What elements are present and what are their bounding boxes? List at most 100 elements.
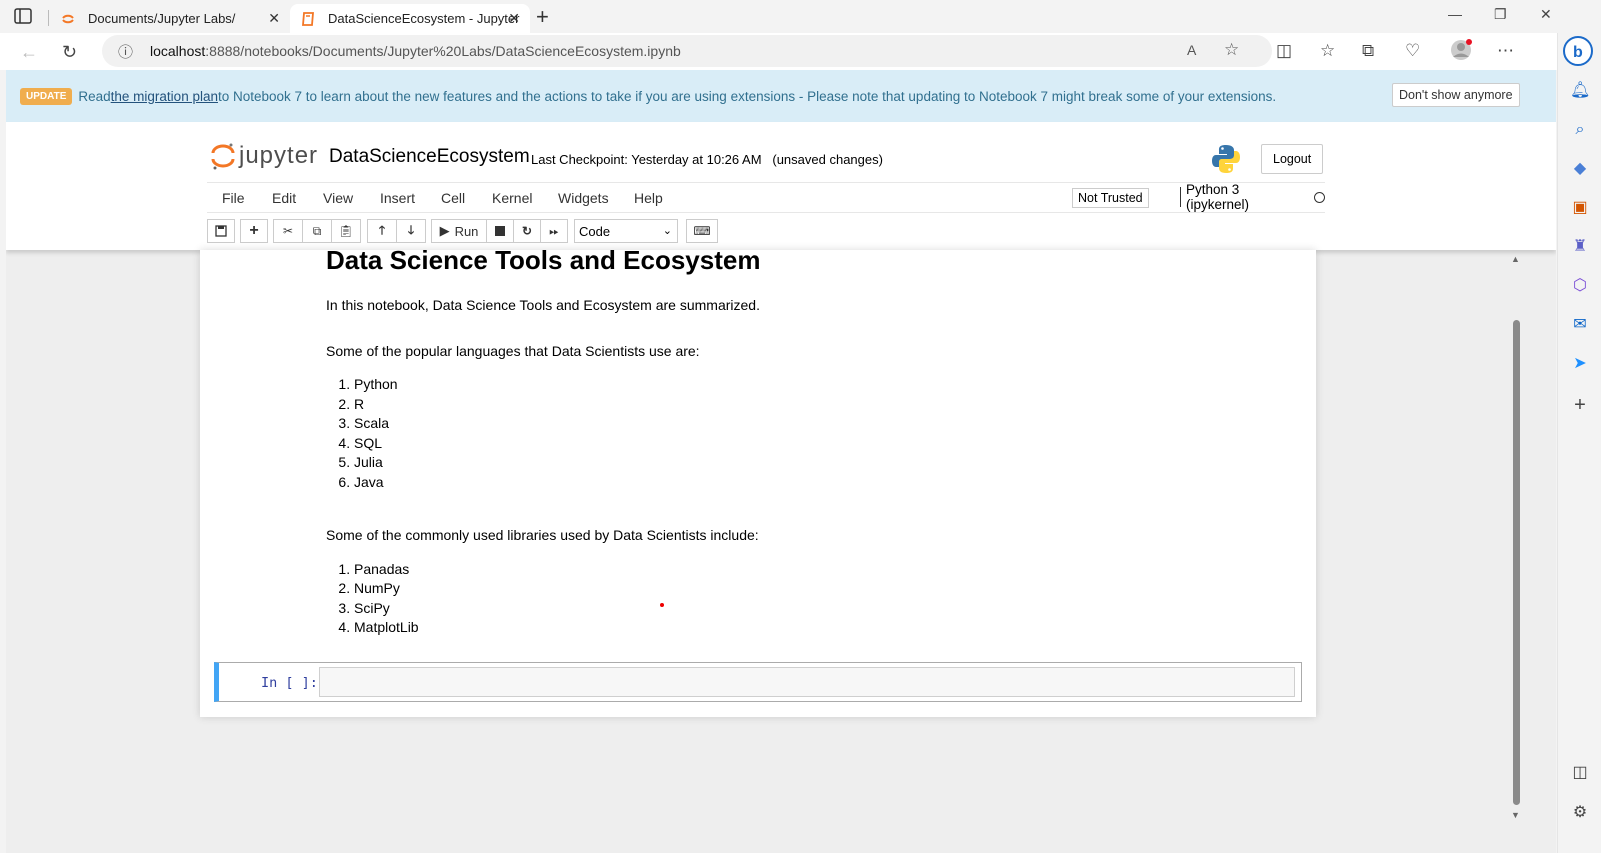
arrow-down-icon: 🡓 [407,222,415,237]
notebook-name[interactable]: DataScienceEcosystem [329,146,530,168]
tools-briefcase-icon[interactable]: ▣ [1570,198,1590,218]
tab-title: Documents/Jupyter Labs/ [88,11,236,26]
tab-documents[interactable]: Documents/Jupyter Labs/ ✕ [50,4,290,33]
run-button[interactable]: ▶ Run [431,219,487,243]
add-sidebar-app-icon[interactable]: + [1570,395,1590,415]
move-down-button[interactable]: 🡓 [396,219,426,243]
scroll-down-icon[interactable]: ▼ [1511,810,1520,820]
page-viewport: UPDATE Read the migration plan to Notebo… [6,70,1556,853]
banner-text-post: to Notebook 7 to learn about the new fea… [217,88,1277,104]
tab-strip: Documents/Jupyter Labs/ ✕ DataScienceEco… [0,0,1601,33]
refresh-icon[interactable]: ↻ [62,42,77,63]
menu-bar: File Edit View Insert Cell Kernel Widget… [207,182,1325,213]
languages-intro: Some of the popular languages that Data … [326,342,700,359]
save-button[interactable] [207,219,235,243]
paste-icon: 📋︎ [338,224,354,238]
bing-copilot-icon[interactable]: b [1562,35,1594,67]
close-tab-icon[interactable]: ✕ [268,10,280,27]
sidebar-settings-gear-icon[interactable]: ⚙ [1570,803,1590,823]
paste-button[interactable]: 📋︎ [331,219,361,243]
restore-icon[interactable]: ❐ [1494,6,1507,23]
restart-button[interactable]: ↻ [513,219,541,243]
restart-icon: ↻ [521,224,533,238]
jupyter-favicon-icon [62,14,74,23]
outlook-icon[interactable]: ✉ [1570,315,1590,335]
markdown-cell[interactable]: Data Science Tools and Ecosystem In this… [326,245,1286,638]
shopping-tag-icon[interactable]: ◆ [1570,159,1590,179]
dont-show-anymore-button[interactable]: Don't show anymore [1392,83,1520,107]
list-item: Python [354,375,1286,395]
copy-button[interactable]: ⧉ [302,219,332,243]
menu-edit[interactable]: Edit [272,190,296,206]
microsoft-365-icon[interactable]: ⬡ [1570,276,1590,296]
browser-window: Documents/Jupyter Labs/ ✕ DataScienceEco… [0,0,1601,853]
back-icon[interactable]: ← [20,42,38,63]
cut-button[interactable]: ✂ [273,219,303,243]
interrupt-button[interactable] [486,219,514,243]
scroll-up-icon[interactable]: ▲ [1511,254,1520,264]
menu-view[interactable]: View [323,190,353,206]
page-scrollbar[interactable]: ▲ ▼ [1509,250,1523,830]
scissors-icon: ✂ [282,224,294,238]
menu-insert[interactable]: Insert [380,190,415,206]
notifications-icon[interactable]: 🔔︎ [1570,81,1590,101]
split-screen-icon[interactable]: ◫ [1276,41,1292,61]
menu-kernel[interactable]: Kernel [492,190,532,206]
code-editor-input[interactable] [319,667,1295,697]
libraries-intro: Some of the commonly used libraries used… [326,527,759,543]
notebook-container: Data Science Tools and Ecosystem In this… [200,245,1316,717]
menu-cell[interactable]: Cell [441,190,465,206]
restart-run-all-button[interactable]: ⏩︎ [540,219,568,243]
scrollbar-thumb[interactable] [1513,320,1520,805]
cell-type-value: Code [579,223,611,239]
address-bar[interactable]: ⓘ localhost:8888/notebooks/Documents/Jup… [102,35,1272,67]
hide-sidebar-icon[interactable]: ◫ [1570,763,1590,783]
cell-type-select[interactable]: Code ⌄ [574,219,678,243]
migration-plan-link[interactable]: the migration plan [111,89,218,104]
svg-text:b: b [1573,44,1583,61]
favorites-icon[interactable]: ☆ [1320,41,1335,61]
command-palette-button[interactable]: ⌨ [686,219,718,243]
site-info-icon[interactable]: ⓘ [118,41,133,62]
tab-notebook[interactable]: DataScienceEcosystem - Jupyter ✕ [290,4,530,33]
menu-help[interactable]: Help [634,190,663,206]
list-item: SciPy [354,599,1286,619]
insert-cell-button[interactable]: + [240,219,268,243]
intro-text: In this notebook, Data Science Tools and… [326,297,760,313]
address-row: ← ↻ ⓘ localhost:8888/notebooks/Documents… [0,33,1601,70]
profile-avatar-icon[interactable] [1450,39,1472,61]
not-trusted-button[interactable]: Not Trusted [1072,188,1149,208]
drop-send-icon[interactable]: ➤ [1570,354,1590,374]
collections-icon[interactable]: ⧉ [1362,41,1374,61]
tab-actions-icon[interactable] [14,8,32,24]
more-options-icon[interactable]: ⋯ [1497,41,1514,61]
list-item: Java [354,473,1286,493]
jupyter-logo[interactable]: jupyter [211,142,318,170]
list-item: NumPy [354,579,1286,599]
favorite-star-icon[interactable]: ☆ [1224,40,1239,60]
jupyter-logo-text: jupyter [239,142,319,169]
notebook-header: jupyter DataScienceEcosystem Last Checkp… [6,122,1556,250]
games-chess-icon[interactable]: ♜ [1570,237,1590,257]
banner-text-pre: Read [78,88,111,104]
play-icon: ▶ [439,223,450,238]
kernel-name: Python 3 (ipykernel) [1186,182,1250,212]
minimize-icon[interactable]: — [1448,6,1462,22]
read-aloud-icon[interactable]: A [1187,42,1196,58]
close-tab-icon[interactable]: ✕ [508,10,520,27]
list-item: SQL [354,434,1286,454]
jupyter-logo-icon [211,143,235,170]
search-icon[interactable]: ⌕ [1570,120,1590,140]
menu-widgets[interactable]: Widgets [558,190,609,206]
input-prompt: In [ ]: [261,675,318,691]
new-tab-icon[interactable]: + [536,4,549,30]
browser-essentials-icon[interactable]: ♡ [1405,41,1420,61]
move-up-button[interactable]: 🡑 [367,219,397,243]
code-cell[interactable]: In [ ]: [214,662,1302,702]
chevron-down-icon: ⌄ [662,225,672,237]
list-item: Panadas [354,560,1286,580]
window-close-icon[interactable]: ✕ [1540,6,1552,23]
logout-button[interactable]: Logout [1261,144,1324,174]
stop-icon [495,226,505,236]
menu-file[interactable]: File [222,190,245,206]
